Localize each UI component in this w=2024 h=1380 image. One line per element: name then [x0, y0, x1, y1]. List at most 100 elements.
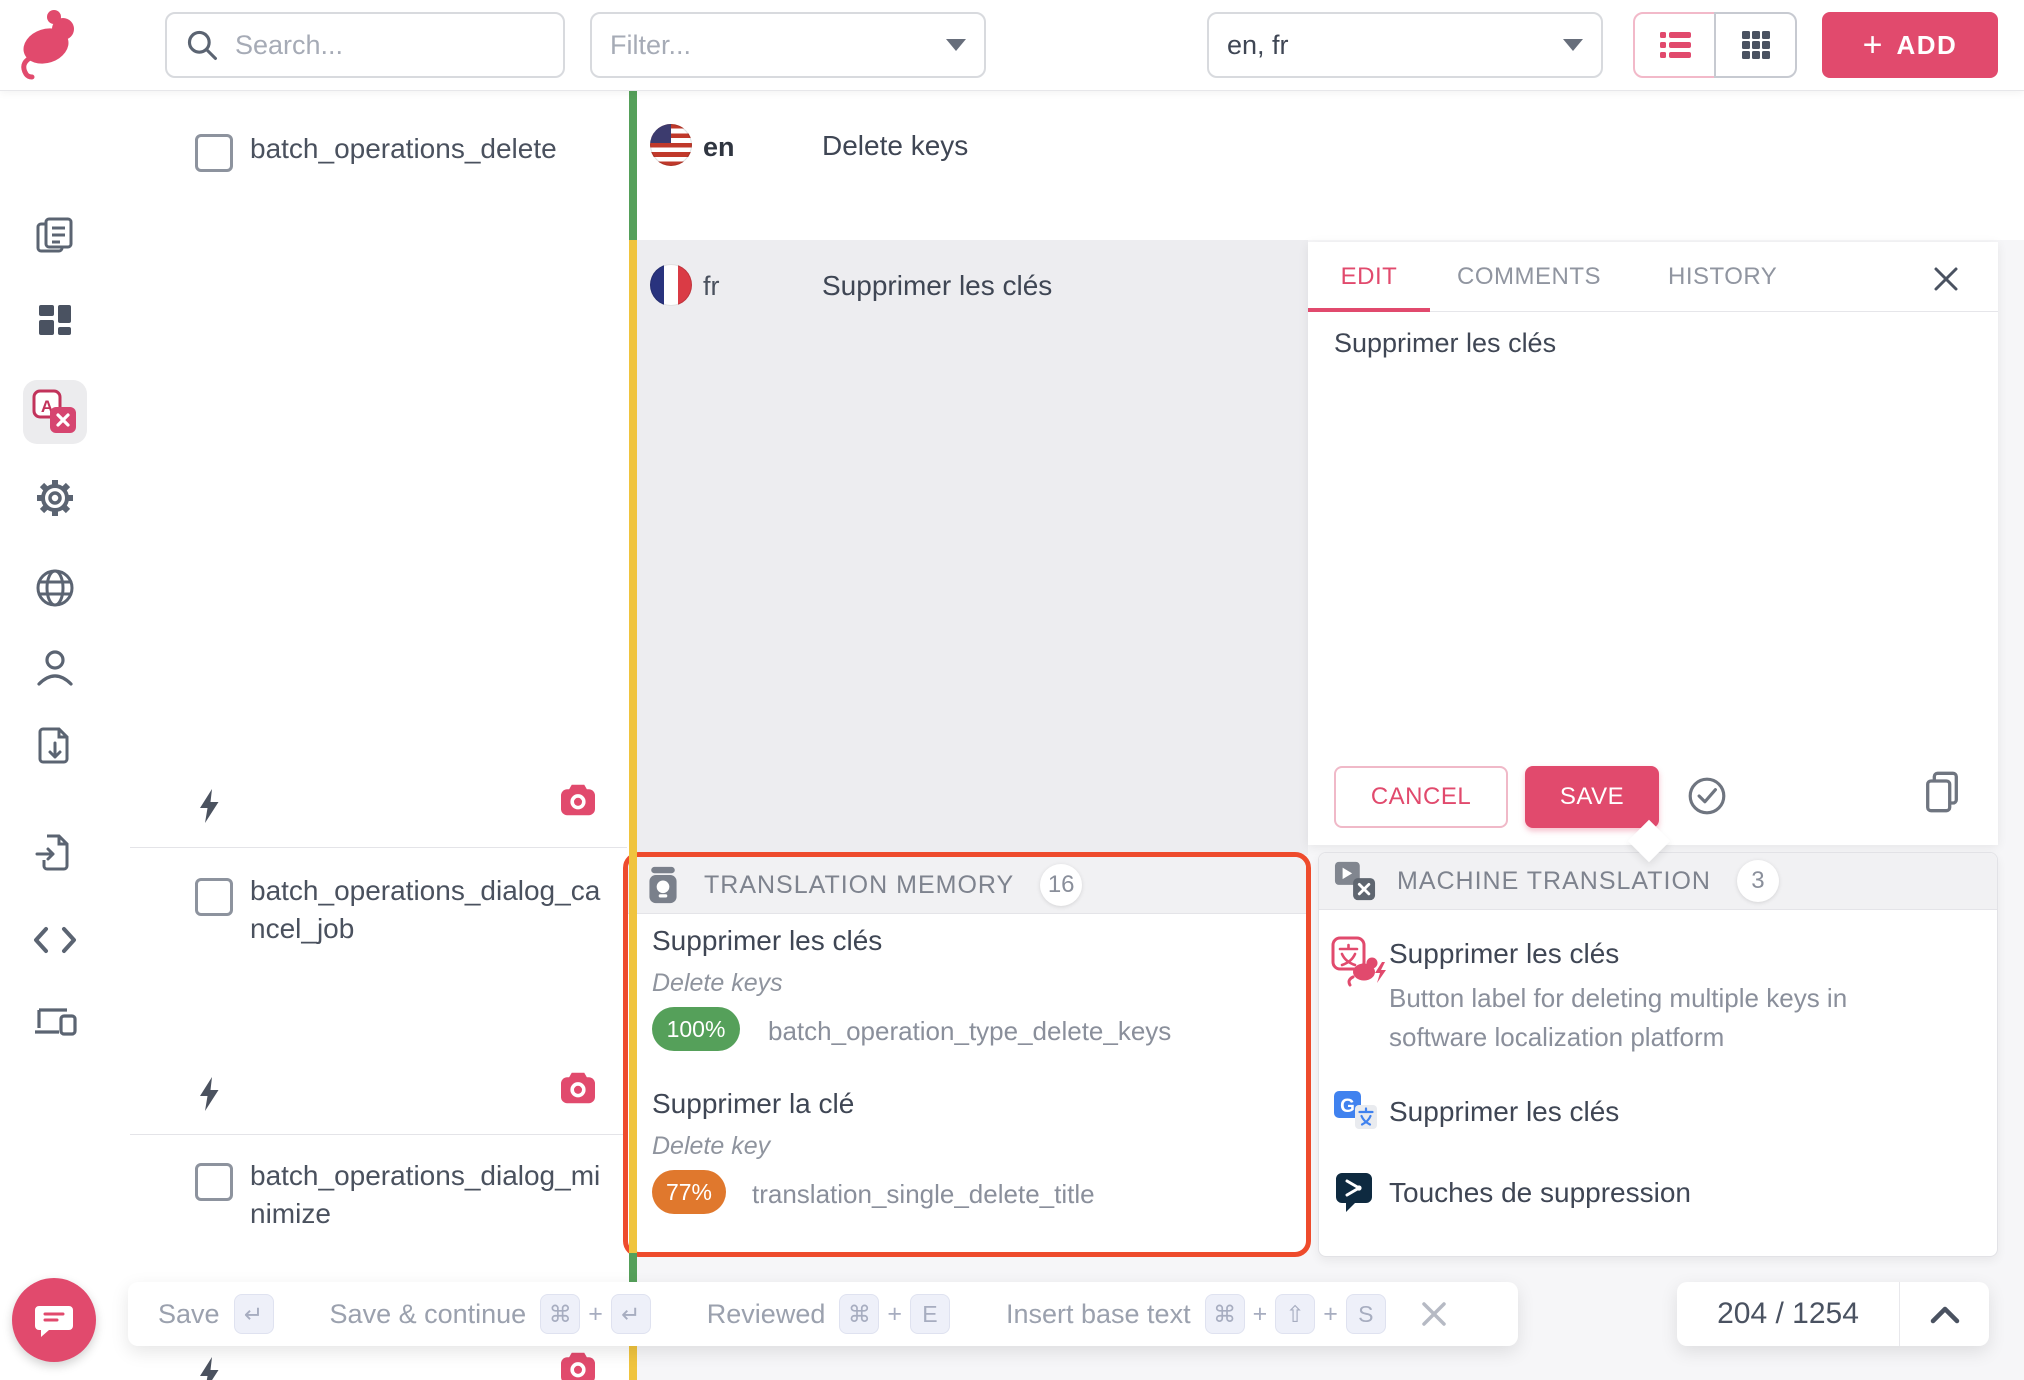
key-name[interactable]: batch_operations_dialog_cancel_job [250, 872, 602, 948]
deepl-icon [1335, 1171, 1375, 1215]
keycap-s: S [1346, 1294, 1386, 1334]
grid-view-button[interactable] [1714, 12, 1797, 78]
sidebar-item-editor[interactable]: A [23, 380, 87, 444]
sidebar-item-settings[interactable] [23, 466, 87, 530]
list-view-button[interactable] [1633, 12, 1716, 78]
insert-base-text-action[interactable]: Insert base text [1006, 1299, 1191, 1330]
status-strip-reviewed [629, 90, 637, 240]
filter-dropdown[interactable]: Filter... [590, 12, 986, 78]
chevron-down-icon [946, 39, 966, 51]
mt-suggestion-text[interactable]: Supprimer les clés [1389, 1096, 1619, 1128]
key-counter: 204 / 1254 [1677, 1282, 1899, 1346]
copy-icon[interactable] [1922, 770, 1962, 814]
sidebar-item-download[interactable] [23, 716, 87, 780]
sidebar-item-upload[interactable] [23, 823, 87, 887]
status-strip-unreviewed [629, 240, 637, 1253]
tm-match-badge: 100% [652, 1007, 740, 1051]
language-code: en [703, 132, 735, 163]
target-text[interactable]: Supprimer les clés [822, 270, 1052, 302]
language-selector[interactable]: en, fr [1207, 12, 1603, 78]
key-checkbox[interactable] [195, 134, 233, 172]
chat-bubble-icon [32, 1300, 76, 1340]
top-bar: Filter... en, fr + ADD [0, 0, 2024, 90]
search-icon [185, 28, 219, 62]
shortcut-plus: + [1253, 1300, 1268, 1329]
edit-panel: EDIT COMMENTS HISTORY Supprimer les clés… [1308, 242, 1998, 845]
machine-translation-panel: MACHINE TRANSLATION 3 Supprimer les clés… [1318, 852, 1998, 1257]
tm-suggestion-text[interactable]: Supprimer la clé [652, 1088, 854, 1120]
flag-fr-icon [650, 264, 692, 306]
save-action[interactable]: Save [158, 1299, 220, 1330]
list-view-icon [1654, 24, 1696, 66]
close-icon[interactable] [1931, 264, 1961, 294]
tab-comments[interactable]: COMMENTS [1457, 242, 1601, 312]
sidebar-item-devices[interactable] [23, 990, 87, 1054]
flag-us-icon [650, 124, 692, 166]
save-continue-action[interactable]: Save & continue [330, 1299, 527, 1330]
sidebar-item-contributors[interactable] [23, 636, 87, 700]
key-name[interactable]: batch_operations_dialog_minimize [250, 1157, 602, 1233]
svg-text:G: G [1340, 1096, 1355, 1117]
search-box [165, 12, 565, 78]
key-checkbox[interactable] [195, 878, 233, 916]
mt-suggestion-description: Button label for deleting multiple keys … [1389, 979, 1889, 1057]
screenshot-camera-icon[interactable] [558, 1071, 598, 1105]
shortcut-plus: + [588, 1300, 603, 1329]
mark-reviewed-icon[interactable] [1686, 775, 1728, 817]
screenshot-camera-icon[interactable] [558, 783, 598, 817]
close-bar-icon[interactable] [1420, 1300, 1448, 1328]
save-button[interactable]: SAVE [1525, 766, 1659, 828]
previous-key-button[interactable] [1900, 1282, 1989, 1346]
machine-translation-title: MACHINE TRANSLATION [1397, 867, 1711, 896]
person-icon [33, 646, 77, 690]
tm-key-reference: translation_single_delete_title [752, 1179, 1095, 1210]
language-selector-value: en, fr [1227, 30, 1289, 61]
tm-suggestion-source: Delete keys [652, 969, 783, 998]
screenshot-camera-icon[interactable] [558, 1351, 598, 1380]
translation-editor-value[interactable]: Supprimer les clés [1334, 328, 1556, 359]
chat-widget-button[interactable] [12, 1278, 96, 1362]
lokalise-ai-icon [1331, 935, 1387, 987]
lokalise-mouse-logo[interactable] [16, 6, 80, 80]
devices-icon [31, 1002, 79, 1042]
sidebar-item-api[interactable] [23, 908, 87, 972]
reviewed-action[interactable]: Reviewed [707, 1299, 826, 1330]
documents-icon [32, 212, 78, 258]
tab-history[interactable]: HISTORY [1668, 242, 1777, 312]
lightning-icon[interactable] [196, 1356, 222, 1380]
translation-row-fr[interactable]: fr Supprimer les clés [637, 240, 1308, 855]
keycap-cmd: ⌘ [540, 1294, 580, 1334]
translation-editor-app: batch_operations_delete batch_operations… [0, 0, 2024, 1380]
sidebar-item-dashboard[interactable] [23, 288, 87, 352]
tab-edit[interactable]: EDIT [1308, 242, 1430, 312]
key-name[interactable]: batch_operations_delete [250, 130, 602, 168]
key-checkbox[interactable] [195, 1163, 233, 1201]
translation-memory-count: 16 [1040, 864, 1082, 906]
translation-memory-icon [644, 865, 682, 905]
edit-panel-tabs: EDIT COMMENTS HISTORY [1308, 242, 1998, 312]
source-text[interactable]: Delete keys [822, 130, 968, 162]
translation-memory-panel: TRANSLATION MEMORY 16 Supprimer les clés… [623, 852, 1311, 1257]
file-download-icon [33, 725, 77, 771]
file-import-icon [33, 832, 77, 878]
sidebar-item-languages[interactable] [23, 556, 87, 620]
mt-suggestion-text[interactable]: Touches de suppression [1389, 1177, 1691, 1209]
tm-suggestion-text[interactable]: Supprimer les clés [652, 925, 882, 957]
lightning-icon[interactable] [196, 1076, 222, 1112]
machine-translation-icon [1333, 860, 1377, 902]
search-input[interactable] [233, 29, 545, 62]
cancel-button[interactable]: CANCEL [1334, 766, 1508, 828]
key-list: batch_operations_delete batch_operations… [110, 90, 637, 1380]
filter-placeholder: Filter... [610, 30, 691, 61]
machine-translation-count: 3 [1737, 860, 1779, 902]
translation-row-en[interactable]: en Delete keys [637, 90, 2024, 240]
active-tab-underline [1308, 308, 1430, 312]
tm-key-reference: batch_operation_type_delete_keys [768, 1016, 1171, 1047]
translation-memory-header: TRANSLATION MEMORY 16 [628, 857, 1306, 914]
add-button[interactable]: + ADD [1822, 12, 1998, 78]
sidebar-item-documents[interactable] [23, 203, 87, 267]
lightning-icon[interactable] [196, 788, 222, 824]
chevron-down-icon [1563, 39, 1583, 51]
pager: 204 / 1254 [1677, 1282, 1989, 1346]
mt-suggestion-text[interactable]: Supprimer les clés [1389, 938, 1619, 970]
